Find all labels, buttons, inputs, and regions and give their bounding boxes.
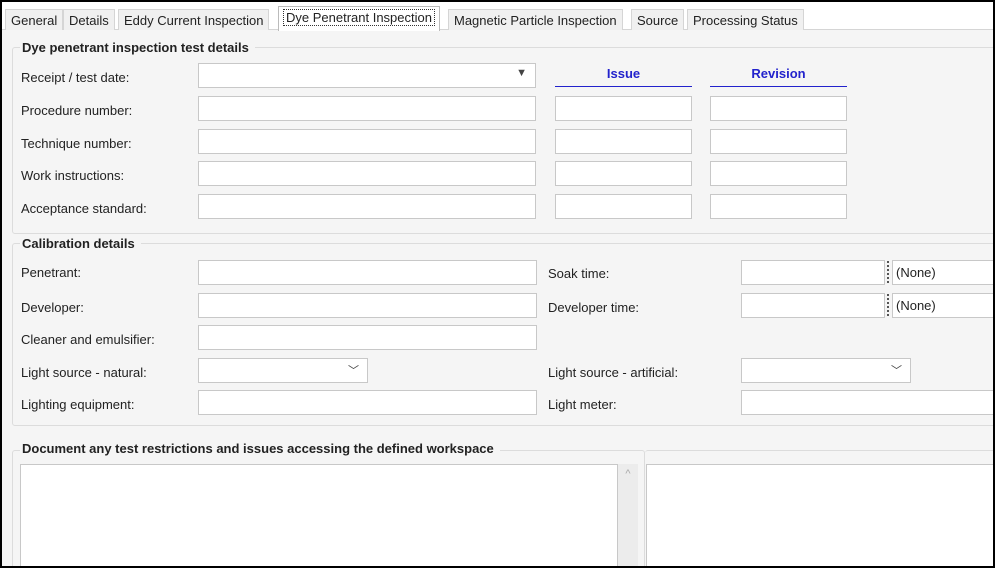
procedure-revision-input[interactable] [710,96,847,121]
tab-processing-status[interactable]: Processing Status [687,9,804,30]
restrictions-side-area[interactable] [646,464,993,566]
cleaner-input[interactable] [198,325,537,350]
scrollbar[interactable]: ^ [618,464,638,566]
lighting-equipment-label: Lighting equipment: [21,397,135,412]
acceptance-issue-input[interactable] [555,194,692,219]
work-instructions-label: Work instructions: [21,168,125,183]
revision-header: Revision [710,66,847,87]
tab-strip: General Details Eddy Current Inspection … [2,2,993,31]
developer-input[interactable] [198,293,537,318]
chevron-down-icon[interactable]: ﹀ [348,362,359,378]
technique-number-input[interactable] [198,129,536,154]
restrictions-textarea[interactable] [20,464,618,566]
cleaner-label: Cleaner and emulsifier: [21,332,155,347]
dropdown-arrow-icon[interactable]: ▼ [516,67,527,79]
light-meter-label: Light meter: [548,397,617,412]
splitter-handle[interactable] [887,261,890,283]
group-title: Dye penetrant inspection test details [20,40,255,55]
receipt-date-label: Receipt / test date: [21,70,130,85]
technique-revision-input[interactable] [710,129,847,154]
light-artificial-label: Light source - artificial: [548,365,679,380]
light-natural-select[interactable]: ﹀ [198,358,368,383]
receipt-date-picker[interactable]: ▼ [198,63,536,88]
tab-source[interactable]: Source [631,9,685,30]
procedure-issue-input[interactable] [555,96,692,121]
work-instructions-revision-input[interactable] [710,161,847,186]
work-instructions-issue-input[interactable] [555,161,692,186]
penetrant-input[interactable] [198,260,537,285]
acceptance-label: Acceptance standard: [21,201,147,216]
technique-issue-input[interactable] [555,129,692,154]
tab-eddy-current[interactable]: Eddy Current Inspection [118,9,270,30]
developer-time-label: Developer time: [548,300,640,315]
penetrant-label: Penetrant: [21,265,81,280]
acceptance-standard-input[interactable] [198,194,536,219]
soak-time-input[interactable] [741,260,885,285]
chevron-down-icon[interactable]: ﹀ [891,362,902,378]
tab-label: Dye Penetrant Inspection [283,9,435,26]
soak-time-label: Soak time: [548,266,610,281]
procedure-number-input[interactable] [198,96,536,121]
issue-header: Issue [555,66,692,87]
developer-time-unit-select[interactable]: (None) [892,293,993,318]
splitter-handle[interactable] [887,294,890,316]
acceptance-revision-input[interactable] [710,194,847,219]
developer-time-input[interactable] [741,293,885,318]
scroll-up-icon[interactable]: ^ [625,468,630,480]
tab-general[interactable]: General [5,9,64,30]
work-instructions-input[interactable] [198,161,536,186]
group-title: Calibration details [20,236,141,251]
developer-label: Developer: [21,300,84,315]
light-meter-input[interactable] [741,390,993,415]
tab-magnetic-particle[interactable]: Magnetic Particle Inspection [448,9,623,30]
procedure-label: Procedure number: [21,103,133,118]
tab-details[interactable]: Details [63,9,115,30]
tab-dye-penetrant[interactable]: Dye Penetrant Inspection [278,6,440,31]
dye-penetrant-form: General Details Eddy Current Inspection … [0,0,995,568]
group-title: Document any test restrictions and issue… [20,441,500,456]
soak-time-unit-select[interactable]: (None) [892,260,993,285]
lighting-equipment-input[interactable] [198,390,537,415]
technique-label: Technique number: [21,136,132,151]
light-artificial-select[interactable]: ﹀ [741,358,911,383]
light-natural-label: Light source - natural: [21,365,147,380]
